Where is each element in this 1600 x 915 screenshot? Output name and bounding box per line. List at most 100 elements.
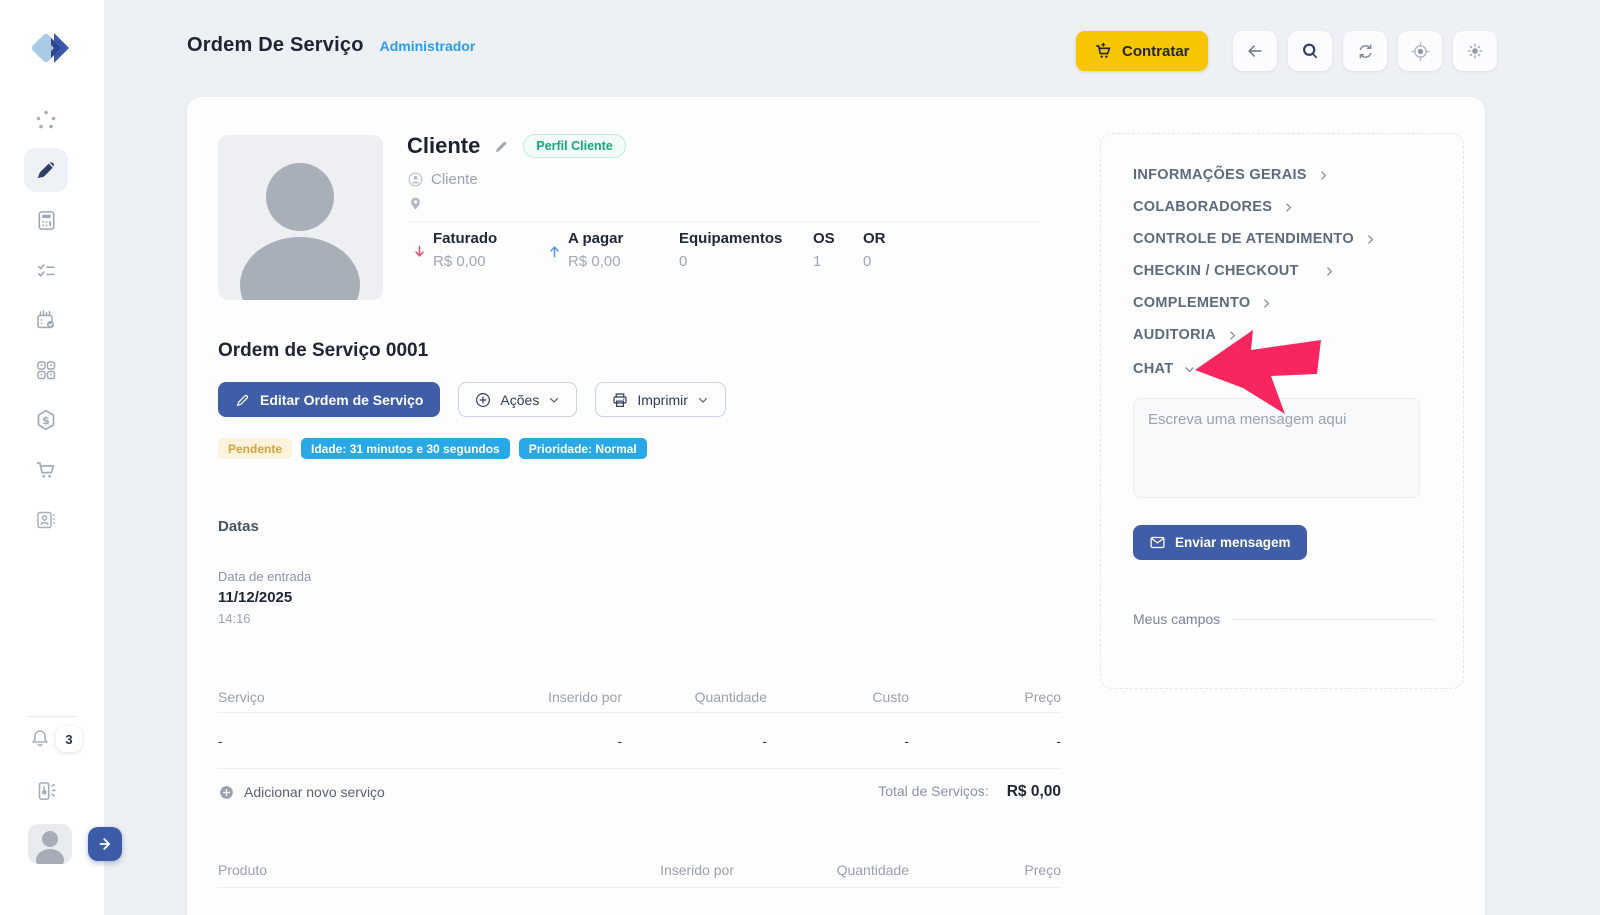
avatar-silhouette-icon	[28, 824, 72, 864]
stat-label: Faturado	[433, 230, 497, 247]
page-header: Ordem De Serviço Administrador	[187, 34, 475, 57]
refresh-button[interactable]	[1343, 31, 1387, 71]
add-service-button[interactable]: Adicionar novo serviço	[218, 784, 385, 801]
contacts-icon	[34, 508, 58, 532]
app-logo[interactable]	[27, 25, 75, 73]
my-fields-row: Meus campos	[1133, 611, 1435, 627]
stat-os: OS 1	[813, 230, 863, 270]
section-complemento[interactable]: COMPLEMENTO	[1133, 290, 1273, 316]
services-total: Total de Serviços: R$ 0,00	[878, 783, 1061, 801]
age-badge: Idade: 31 minutos e 30 segundos	[301, 438, 510, 459]
notification-count-badge: 3	[56, 726, 82, 752]
section-auditoria[interactable]: AUDITORIA	[1133, 322, 1239, 348]
print-dropdown-button[interactable]: Imprimir	[595, 382, 726, 417]
sidebar-item-schedule[interactable]	[24, 298, 68, 342]
chevron-down-icon	[1183, 363, 1196, 376]
entry-time-value: 14:16	[218, 611, 311, 626]
col-preco: Preço	[909, 862, 1061, 878]
section-label: CHAT	[1133, 361, 1173, 377]
section-label: AUDITORIA	[1133, 327, 1216, 343]
announcements-button[interactable]	[33, 778, 59, 809]
sidebar-item-clients[interactable]	[24, 348, 68, 392]
section-controle-de-atendimento[interactable]: CONTROLE DE ATENDIMENTO	[1133, 226, 1377, 252]
my-fields-divider	[1232, 619, 1435, 620]
chevron-right-icon	[96, 835, 114, 853]
search-button[interactable]	[1288, 31, 1332, 71]
col-preco: Preço	[909, 689, 1061, 705]
role-badge[interactable]: Administrador	[380, 38, 476, 54]
sidebar-item-purchases[interactable]	[24, 448, 68, 492]
entry-date-block: Data de entrada 11/12/2025 14:16	[218, 569, 311, 626]
hire-button[interactable]: Contratar	[1076, 31, 1208, 71]
sidebar-expand-button[interactable]	[88, 827, 122, 861]
trend-up-icon	[547, 244, 562, 259]
brightness-button[interactable]	[1453, 31, 1497, 71]
back-button[interactable]	[1233, 31, 1277, 71]
col-custo: Custo	[767, 689, 909, 705]
stat-value: 0	[863, 253, 886, 270]
chevron-right-icon	[1323, 265, 1336, 278]
stat-equipamentos: Equipamentos 0	[679, 230, 813, 270]
send-message-button[interactable]: Enviar mensagem	[1133, 525, 1307, 560]
edit-client-icon[interactable]	[493, 138, 510, 155]
status-badge: Pendente	[218, 438, 292, 459]
clients-icon	[34, 358, 58, 382]
plus-circle-icon	[218, 784, 235, 801]
sidebar-item-calculator[interactable]	[24, 198, 68, 242]
user-avatar[interactable]	[28, 824, 72, 864]
sidebar-item-tasks[interactable]	[24, 248, 68, 292]
edit-order-button[interactable]: Editar Ordem de Serviço	[218, 382, 440, 417]
plus-circle-icon	[474, 391, 492, 409]
section-colaboradores[interactable]: COLABORADORES	[1133, 194, 1295, 220]
client-name-row: Cliente Perfil Cliente	[407, 133, 626, 159]
client-location-row	[408, 196, 423, 216]
sidebar-item-contacts[interactable]	[24, 498, 68, 542]
chat-message-input[interactable]	[1133, 398, 1420, 498]
chevron-down-icon	[547, 393, 561, 407]
tasks-icon	[35, 259, 58, 282]
edit-order-icon	[33, 157, 59, 183]
arrow-left-icon	[1245, 41, 1265, 61]
client-profile-badge[interactable]: Perfil Cliente	[523, 134, 625, 158]
sidebar-item-finance[interactable]: $	[24, 398, 68, 442]
page-title: Ordem De Serviço	[187, 34, 364, 57]
trend-down-icon	[412, 244, 427, 259]
col-servico: Serviço	[218, 689, 487, 705]
section-checkin-checkout[interactable]: CHECKIN / CHECKOUT	[1133, 258, 1336, 284]
hire-button-label: Contratar	[1122, 43, 1190, 60]
calculator-icon	[35, 209, 58, 232]
section-label: CHECKIN / CHECKOUT	[1133, 263, 1299, 279]
actions-label: Ações	[500, 392, 539, 408]
sidebar-item-service-orders[interactable]	[24, 148, 68, 192]
section-informacoes-gerais[interactable]: INFORMAÇÕES GERAIS	[1133, 162, 1330, 188]
services-footer-row: Adicionar novo serviço Total de Serviços…	[218, 783, 1061, 801]
schedule-icon	[34, 308, 58, 332]
logo-icon	[27, 25, 75, 73]
priority-badge: Prioridade: Normal	[519, 438, 647, 459]
order-badges-row: Pendente Idade: 31 minutos e 30 segundos…	[218, 438, 647, 459]
stat-label: OS	[813, 230, 835, 247]
stat-label: Equipamentos	[679, 230, 782, 247]
announcement-icon	[33, 778, 59, 804]
order-side-panel: INFORMAÇÕES GERAIS COLABORADORES CONTROL…	[1100, 133, 1464, 689]
actions-dropdown-button[interactable]: Ações	[458, 382, 577, 417]
cell: -	[218, 733, 487, 749]
section-label: COLABORADORES	[1133, 199, 1272, 215]
section-chat[interactable]: CHAT	[1133, 356, 1196, 382]
locate-button[interactable]	[1398, 31, 1442, 71]
chevron-down-icon	[696, 393, 710, 407]
sidebar-item-hub[interactable]	[24, 98, 68, 142]
col-produto: Produto	[218, 862, 519, 878]
stat-faturado: Faturado R$ 0,00	[412, 230, 547, 270]
client-type-row: Cliente	[407, 171, 478, 188]
cell: -	[909, 733, 1061, 749]
notifications-button[interactable]: 3	[28, 726, 82, 752]
cell: -	[622, 733, 767, 749]
person-icon	[407, 171, 424, 188]
chevron-right-icon	[1260, 297, 1273, 310]
stat-value: R$ 0,00	[568, 253, 623, 270]
pencil-icon	[235, 392, 251, 408]
search-icon	[1300, 41, 1321, 62]
chevron-right-icon	[1364, 233, 1377, 246]
sidebar: $ 3	[0, 0, 104, 915]
